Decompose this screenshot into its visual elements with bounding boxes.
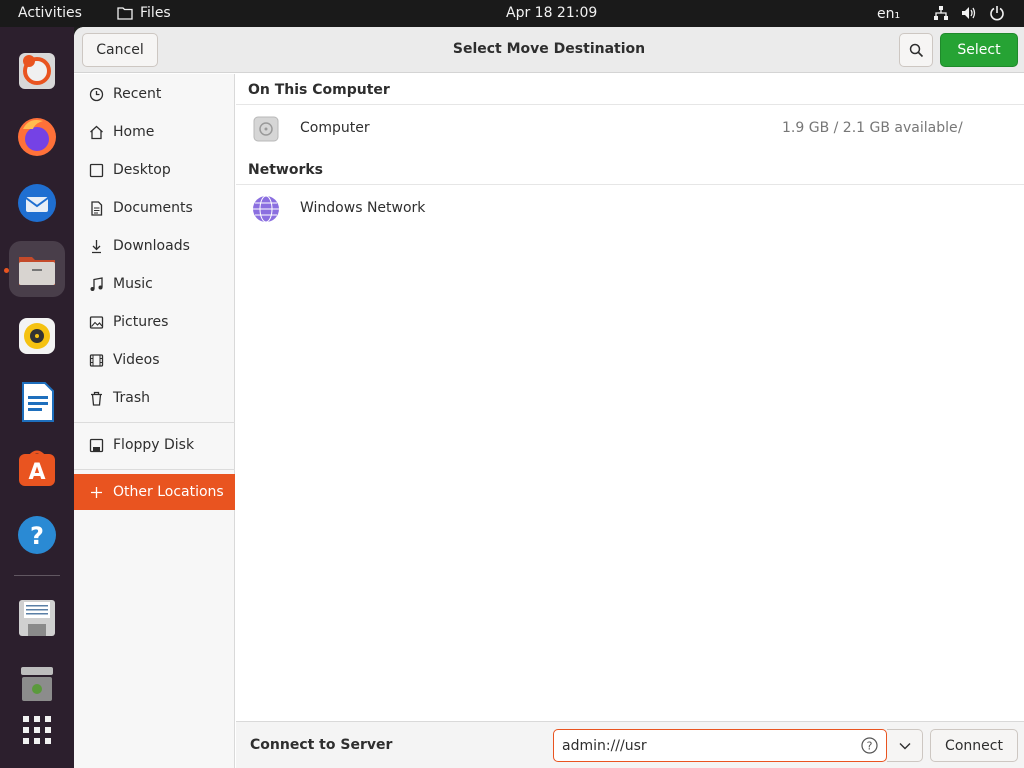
plus-icon [88, 484, 104, 500]
sidebar-item-music[interactable]: Music [74, 266, 235, 302]
location-name: Computer [300, 120, 370, 136]
app-grid-icon[interactable] [9, 702, 65, 758]
help-icon[interactable]: ? [9, 507, 65, 563]
svg-text:?: ? [867, 740, 873, 753]
hard-drive-icon [253, 116, 279, 142]
floppy-disk-icon[interactable] [9, 590, 65, 646]
top-bar: Activities Files Apr 18 21:09 en₁ [0, 0, 1024, 27]
select-button[interactable]: Select [940, 33, 1018, 67]
music-icon [88, 276, 104, 292]
connect-button[interactable]: Connect [930, 729, 1018, 762]
thunderbird-icon[interactable] [9, 175, 65, 231]
disk-usage-analyzer-icon[interactable] [9, 43, 65, 99]
sidebar-item-pictures[interactable]: Pictures [74, 304, 235, 340]
location-mount-point: / [958, 120, 963, 136]
firefox-icon[interactable] [9, 109, 65, 165]
sidebar-item-label: Documents [113, 200, 193, 216]
desktop-icon [88, 162, 104, 178]
pictures-icon [88, 314, 104, 330]
files-icon[interactable] [9, 241, 65, 297]
dialog-title: Select Move Destination [452, 41, 646, 57]
videos-icon [88, 352, 104, 368]
sidebar-item-videos[interactable]: Videos [74, 342, 235, 378]
rhythmbox-icon[interactable] [9, 308, 65, 364]
connect-to-server-label: Connect to Server [250, 737, 393, 753]
sidebar-item-label: Floppy Disk [113, 437, 195, 453]
network-status-icon [934, 6, 948, 20]
sidebar-separator [74, 422, 235, 423]
search-button[interactable] [899, 33, 933, 67]
location-row-windows-network[interactable]: Windows Network [236, 185, 1024, 233]
location-name: Windows Network [300, 200, 426, 216]
sidebar-item-label: Trash [113, 390, 150, 406]
sidebar-item-home[interactable]: Home [74, 114, 235, 150]
home-icon [88, 124, 104, 140]
download-icon [88, 238, 104, 254]
document-icon [88, 200, 104, 216]
svg-text:A: A [28, 460, 45, 485]
clock[interactable]: Apr 18 21:09 [506, 5, 597, 21]
sidebar-separator [74, 469, 235, 470]
location-available-space: 1.9 GB / 2.1 GB available [782, 120, 958, 136]
header-bar: Cancel Select Move Destination Select [74, 27, 1024, 73]
system-tray[interactable] [933, 5, 1005, 21]
sidebar-item-label: Recent [113, 86, 162, 102]
language-indicator[interactable]: en₁ [877, 6, 900, 22]
connect-to-server-bar: Connect to Server ? Connect [236, 721, 1024, 768]
section-title-networks: Networks [248, 162, 324, 178]
app-menu[interactable]: Files [117, 5, 171, 21]
sidebar-item-downloads[interactable]: Downloads [74, 228, 235, 264]
power-icon [990, 6, 1004, 21]
sidebar-item-trash[interactable]: Trash [74, 380, 235, 416]
sidebar-item-desktop[interactable]: Desktop [74, 152, 235, 188]
server-address-input[interactable] [553, 729, 887, 762]
chevron-down-icon [899, 742, 910, 749]
other-locations-view: On This Computer Computer 1.9 GB / 2.1 G… [236, 74, 1024, 721]
floppy-icon [88, 437, 104, 453]
folder-icon [117, 7, 133, 20]
app-name: Files [140, 5, 171, 21]
network-icon [253, 195, 279, 223]
libreoffice-writer-icon[interactable] [9, 374, 65, 430]
trash-icon [88, 390, 104, 406]
sidebar-item-label: Downloads [113, 238, 190, 254]
sidebar-item-label: Other Locations [113, 484, 224, 500]
volume-icon [962, 7, 976, 19]
recent-servers-dropdown[interactable] [887, 729, 923, 762]
dock-separator [14, 575, 60, 576]
section-title-on-this-computer: On This Computer [248, 82, 390, 98]
sidebar-item-label: Home [113, 124, 155, 140]
sidebar-item-floppy-disk[interactable]: Floppy Disk [74, 427, 235, 463]
sidebar-item-other-locations[interactable]: Other Locations [74, 474, 235, 510]
sidebar-item-label: Pictures [113, 314, 169, 330]
app-center-icon[interactable]: A [9, 440, 65, 496]
svg-text:?: ? [30, 522, 44, 550]
sidebar-item-label: Videos [113, 352, 160, 368]
sidebar-item-recent[interactable]: Recent [74, 76, 235, 112]
sidebar-item-documents[interactable]: Documents [74, 190, 235, 226]
activities-button[interactable]: Activities [18, 5, 82, 21]
search-icon [909, 43, 923, 57]
clock-icon [88, 86, 104, 102]
places-sidebar: Recent Home Desktop Documents Downloads … [74, 74, 235, 768]
sidebar-item-label: Music [113, 276, 153, 292]
location-row-computer[interactable]: Computer 1.9 GB / 2.1 GB available / [236, 105, 1024, 153]
help-circle-icon[interactable]: ? [861, 737, 878, 754]
dock: A ? [0, 27, 74, 768]
sidebar-item-label: Desktop [113, 162, 171, 178]
select-move-destination-dialog: Cancel Select Move Destination Select Re… [74, 27, 1024, 768]
